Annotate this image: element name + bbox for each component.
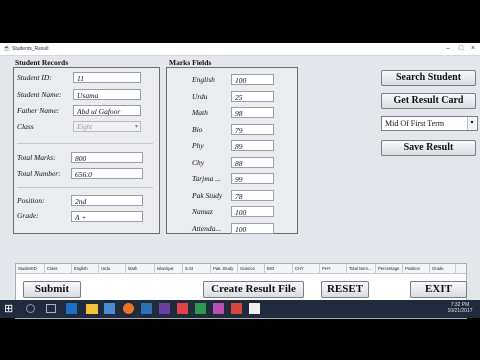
marks-field[interactable]: 100 bbox=[231, 74, 274, 85]
task-view-icon[interactable] bbox=[46, 304, 56, 313]
clock[interactable]: 7:32 PM 10/21/2017 bbox=[440, 302, 480, 314]
marks-label: Chy bbox=[192, 157, 205, 167]
store-icon[interactable] bbox=[104, 303, 115, 314]
java-icon[interactable] bbox=[177, 303, 188, 314]
marks-field[interactable]: 78 bbox=[231, 189, 274, 201]
student-name-label: Student Name: bbox=[17, 90, 62, 99]
marks-field[interactable]: 99 bbox=[231, 173, 274, 184]
app-icon[interactable] bbox=[231, 303, 242, 314]
total-marks-field[interactable]: 800 bbox=[71, 152, 143, 163]
father-name-field[interactable]: Abd ul Gafoor bbox=[73, 105, 141, 116]
app-icon[interactable] bbox=[213, 303, 224, 314]
marks-label: Bio bbox=[192, 124, 203, 134]
father-name-label: Father Name: bbox=[17, 106, 60, 115]
column-header[interactable]: Grade bbox=[430, 264, 456, 273]
minimize-button[interactable]: – bbox=[442, 44, 454, 53]
term-select-value: Mid Of First Term bbox=[385, 119, 445, 128]
column-header[interactable]: S.St bbox=[183, 264, 211, 273]
column-header[interactable]: StudentID bbox=[16, 264, 45, 273]
grade-label: Grade: bbox=[17, 211, 39, 220]
column-header[interactable]: Total Num... bbox=[347, 264, 376, 273]
marks-label: Namaz bbox=[192, 207, 213, 216]
class-label: Class bbox=[17, 122, 34, 131]
column-header[interactable]: Islamiyat bbox=[155, 264, 183, 273]
marks-fields-title: Marks Fields bbox=[169, 58, 212, 67]
create-result-file-button[interactable]: Create Result File bbox=[203, 281, 304, 298]
marks-label: Tarjma ... bbox=[192, 174, 221, 183]
maximize-button[interactable]: □ bbox=[455, 44, 467, 53]
column-header[interactable]: PHY bbox=[320, 264, 347, 273]
class-value: Eight bbox=[77, 123, 93, 131]
edge-browser-icon[interactable] bbox=[66, 303, 77, 314]
title-bar: ☕ Students_Result – □ × bbox=[0, 43, 480, 56]
column-header[interactable]: Percentage bbox=[376, 264, 403, 273]
column-header[interactable]: Pak. Study bbox=[211, 264, 238, 273]
marks-field[interactable]: 89 bbox=[231, 140, 274, 151]
class-dropdown[interactable]: Eight ▾ bbox=[73, 121, 141, 132]
reset-button[interactable]: RESET bbox=[321, 281, 369, 298]
app-icon[interactable] bbox=[195, 303, 206, 314]
marks-label: Math bbox=[192, 108, 208, 117]
column-header[interactable]: Position bbox=[403, 264, 430, 273]
clock-date: 10/21/2017 bbox=[447, 308, 473, 314]
table-header: StudentID Class English Urdu Math Islamiyat S.… bbox=[16, 264, 466, 274]
marks-field[interactable]: 79 bbox=[231, 123, 274, 135]
student-name-field[interactable]: Usama bbox=[73, 89, 141, 100]
marks-label: Phy bbox=[192, 141, 204, 150]
app-icon[interactable] bbox=[249, 303, 260, 314]
marks-field[interactable]: 100 bbox=[231, 206, 274, 217]
window-title: Students_Result bbox=[12, 46, 49, 52]
column-header[interactable]: English bbox=[72, 264, 99, 273]
search-student-button[interactable]: Search Student bbox=[381, 70, 476, 86]
app-icon[interactable] bbox=[141, 303, 152, 314]
exit-button[interactable]: EXIT bbox=[410, 281, 467, 298]
column-header[interactable]: Urdu bbox=[99, 264, 126, 273]
column-header[interactable]: BIO bbox=[265, 264, 293, 273]
windows-start-icon[interactable]: ⊞ bbox=[4, 302, 18, 316]
marks-field[interactable]: 98 bbox=[231, 107, 274, 118]
chevron-down-icon: ▾ bbox=[134, 124, 138, 130]
student-id-field[interactable]: 11 bbox=[73, 72, 141, 83]
marks-label: Pak Study bbox=[192, 190, 223, 200]
chevron-down-icon: ▾ bbox=[467, 117, 476, 130]
main-content: Student Records Student ID: 11 Student N… bbox=[0, 56, 480, 319]
total-number-field[interactable]: 656.0 bbox=[71, 168, 143, 179]
marks-field[interactable]: 25 bbox=[231, 90, 274, 102]
total-number-label: Total Number: bbox=[17, 169, 61, 178]
submit-button[interactable]: Submit bbox=[23, 281, 81, 298]
total-marks-label: Total Marks: bbox=[17, 153, 56, 162]
file-explorer-icon[interactable] bbox=[86, 304, 98, 314]
term-select[interactable]: Mid Of First Term ▾ bbox=[381, 116, 478, 131]
column-header[interactable]: Math bbox=[126, 264, 155, 273]
column-header[interactable]: Class bbox=[45, 264, 72, 273]
close-button[interactable]: × bbox=[467, 44, 479, 53]
app-icon[interactable] bbox=[159, 303, 170, 314]
grade-field[interactable]: A + bbox=[71, 211, 143, 222]
marks-label: Urdu bbox=[192, 91, 208, 101]
column-header[interactable]: Science bbox=[238, 264, 265, 273]
position-field[interactable]: 2nd bbox=[71, 195, 143, 206]
student-records-title: Student Records bbox=[15, 58, 69, 67]
app-window: ☕ Students_Result – □ × Student Records … bbox=[0, 43, 480, 319]
save-result-button[interactable]: Save Result bbox=[381, 140, 476, 156]
taskbar: ⊞ 7:32 PM 10/21/2017 bbox=[0, 300, 480, 318]
marks-label: English bbox=[192, 75, 215, 84]
divider bbox=[17, 187, 153, 188]
get-result-card-button[interactable]: Get Result Card bbox=[381, 93, 476, 109]
divider bbox=[17, 143, 153, 144]
firefox-icon[interactable] bbox=[123, 303, 134, 314]
marks-field[interactable]: 100 bbox=[231, 222, 274, 234]
marks-field[interactable]: 88 bbox=[231, 156, 274, 168]
java-app-icon: ☕ bbox=[3, 46, 11, 52]
column-header[interactable]: CHY bbox=[293, 264, 320, 273]
marks-label: Attenda... bbox=[192, 223, 221, 233]
position-label: Position: bbox=[17, 196, 45, 205]
student-id-label: Student ID: bbox=[17, 73, 52, 82]
search-icon[interactable] bbox=[26, 304, 35, 313]
